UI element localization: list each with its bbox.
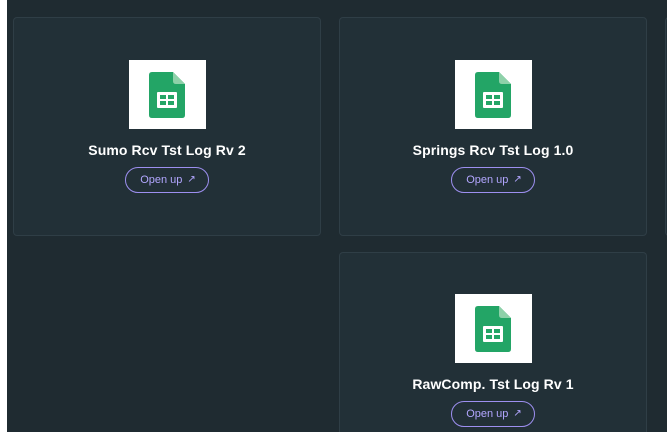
external-link-arrow-icon: ↗ (513, 174, 522, 185)
file-card: Springs Rcv Tst Log 1.0 Open up ↗ (339, 17, 647, 236)
open-up-label: Open up (466, 408, 509, 420)
open-up-button[interactable]: Open up ↗ (451, 167, 535, 193)
open-up-label: Open up (466, 174, 509, 186)
external-link-arrow-icon: ↗ (513, 408, 522, 419)
cards-grid: Sumo Rcv Tst Log Rv 2 Open up ↗ Springs … (7, 0, 667, 432)
file-thumbnail (128, 60, 206, 129)
file-thumbnail (454, 60, 532, 129)
file-title: Springs Rcv Tst Log 1.0 (412, 142, 574, 158)
file-card: RawComp. Tst Log Rv 1 Open up ↗ (339, 252, 647, 432)
google-sheets-icon (475, 305, 511, 352)
google-sheets-icon (475, 71, 511, 118)
open-up-label: Open up (140, 174, 183, 186)
open-up-button[interactable]: Open up ↗ (125, 167, 209, 193)
file-title: Sumo Rcv Tst Log Rv 2 (88, 142, 246, 158)
open-up-button[interactable]: Open up ↗ (451, 401, 535, 427)
file-thumbnail (454, 294, 532, 363)
external-link-arrow-icon: ↗ (187, 174, 196, 185)
file-title: RawComp. Tst Log Rv 1 (412, 376, 574, 392)
google-sheets-icon (149, 71, 185, 118)
file-card: Sumo Rcv Tst Log Rv 2 Open up ↗ (13, 17, 321, 236)
